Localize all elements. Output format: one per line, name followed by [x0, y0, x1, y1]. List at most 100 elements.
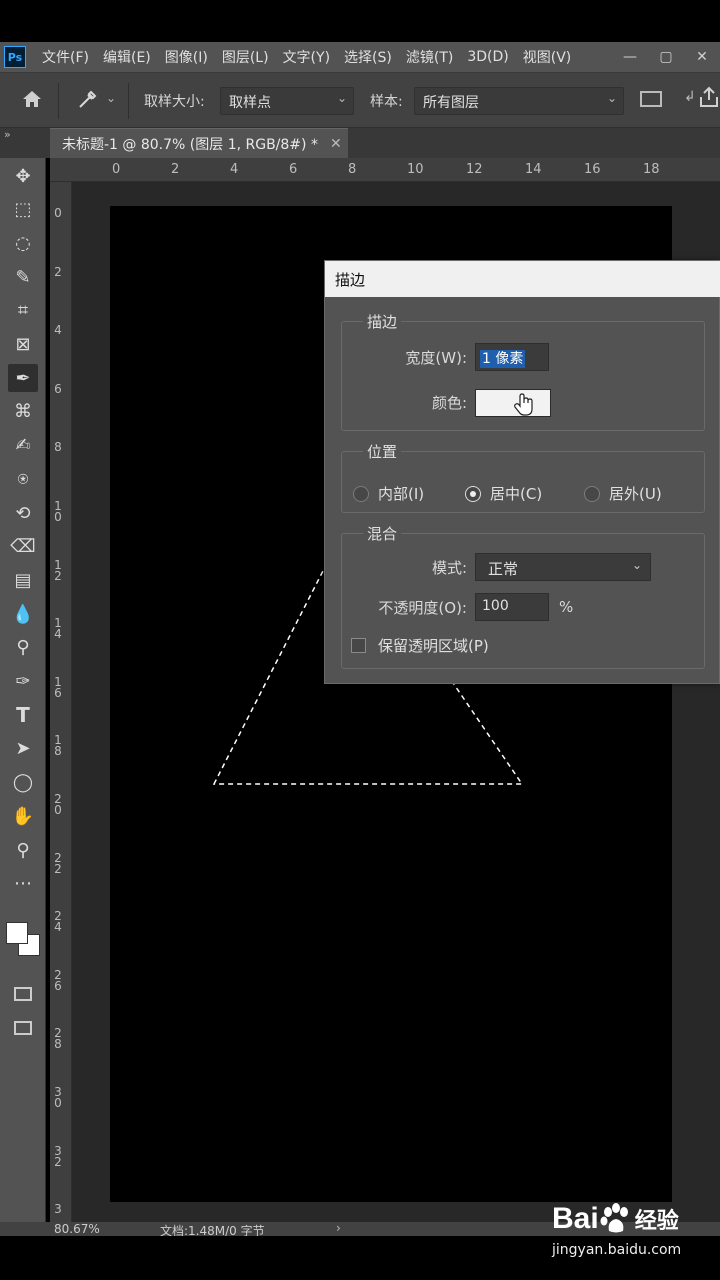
document-tab-title: 未标题-1 @ 80.7% (图层 1, RGB/8#) * [62, 136, 318, 153]
type-icon[interactable]: T [8, 701, 38, 729]
gradient-icon[interactable]: ▤ [8, 566, 38, 594]
horizontal-ruler: 0 2 4 6 8 10 12 14 16 18 [50, 158, 720, 182]
quick-select-icon[interactable]: ✎ [8, 263, 38, 291]
collapse-panel-icon[interactable]: » [4, 128, 11, 141]
ruler-label: 12 [466, 162, 483, 177]
menu-file[interactable]: 文件(F) [42, 47, 89, 67]
menu-edit[interactable]: 编辑(E) [103, 47, 151, 67]
close-button[interactable]: ✕ [684, 49, 720, 65]
stroke-dialog: 描边 描边 宽度(W): 1 像素 颜色: 位置 内部(I) 居中(C) 居外(… [324, 260, 720, 684]
width-value: 1 像素 [480, 350, 526, 368]
opacity-input[interactable]: 100 [475, 593, 549, 621]
stamp-icon[interactable]: ⍟ [8, 465, 38, 493]
marquee-icon[interactable]: ⬚ [8, 196, 38, 224]
home-icon[interactable] [20, 87, 44, 115]
show-ring-icon[interactable] [640, 91, 662, 107]
ruler-label: 1 0 [54, 499, 62, 524]
menu-type[interactable]: 文字(Y) [283, 47, 330, 67]
frame-icon[interactable]: ⊠ [8, 331, 38, 359]
ruler-label: 2 6 [54, 967, 62, 993]
more-options-icon[interactable]: ↲ [684, 89, 696, 105]
zoom-level[interactable]: 80.67% [54, 1222, 100, 1236]
color-swatch[interactable] [475, 389, 551, 417]
chevron-down-icon: ⌄ [606, 91, 617, 105]
crop-icon[interactable]: ⌗ [8, 297, 38, 325]
photoshop-logo-icon: Ps [4, 46, 26, 68]
ruler-label: 2 [171, 162, 180, 177]
eyedropper-preset-icon[interactable] [76, 87, 100, 115]
zoom-icon[interactable]: ⚲ [8, 836, 38, 864]
more-icon[interactable]: ⋯ [8, 870, 38, 898]
width-input[interactable]: 1 像素 [475, 343, 549, 371]
ruler-label: 1 2 [54, 557, 62, 583]
preserve-transparency-row[interactable]: 保留透明区域(P) [351, 635, 489, 656]
menu-view[interactable]: 视图(V) [523, 47, 572, 67]
path-select-icon[interactable]: ➤ [8, 735, 38, 763]
lasso-icon[interactable]: ◌ [8, 229, 38, 257]
share-icon[interactable] [698, 85, 720, 113]
document-info: 文档:1.48M/0 字节 [160, 1224, 265, 1236]
screen-mode-icon[interactable] [8, 1014, 38, 1042]
ruler-label: 1 4 [54, 616, 62, 642]
opacity-label: 不透明度(O): [378, 599, 467, 617]
color-swatches[interactable] [4, 920, 44, 960]
menu-select[interactable]: 选择(S) [344, 47, 392, 67]
hand-icon[interactable]: ✋ [8, 802, 38, 830]
baidu-logo: Bai 经验 [552, 1202, 679, 1235]
radio-center[interactable]: 居中(C) [465, 483, 542, 504]
radio-inside-dot [353, 485, 369, 502]
sample-size-select[interactable]: 取样点 ⌄ [220, 87, 354, 115]
eyedropper-icon[interactable]: ✒ [8, 364, 38, 393]
tools-panel: ✥ ⬚ ◌ ✎ ⌗ ⊠ ✒ ⌘ ✍ ⍟ ⟲ ⌫ ▤ 💧 ⚲ ✑ T ➤ ◯ ✋ ⚲ ⋯ [0, 158, 46, 1230]
chevron-down-icon[interactable]: ⌄ [106, 91, 116, 105]
ruler-label: 3 0 [54, 1085, 62, 1110]
move-icon[interactable]: ✥ [8, 162, 38, 190]
ruler-label: 16 [584, 162, 601, 177]
preserve-transparency-checkbox[interactable] [351, 638, 366, 653]
sample-select[interactable]: 所有图层 ⌄ [414, 87, 624, 115]
menu-bar: Ps 文件(F) 编辑(E) 图像(I) 图层(L) 文字(Y) 选择(S) 滤… [0, 42, 720, 72]
ellipse-icon[interactable]: ◯ [8, 769, 38, 797]
close-tab-icon[interactable]: ✕ [330, 136, 342, 152]
ruler-label: 10 [407, 162, 424, 177]
ruler-label: 6 [54, 381, 62, 396]
watermark-url: jingyan.baidu.com [552, 1242, 682, 1258]
foreground-color-swatch[interactable] [6, 922, 28, 944]
sample-size-label: 取样大小: [144, 94, 205, 110]
hand-cursor-icon [514, 393, 533, 416]
menu-layer[interactable]: 图层(L) [222, 47, 269, 67]
dialog-title[interactable]: 描边 [325, 261, 720, 297]
radio-inside[interactable]: 内部(I) [353, 483, 424, 504]
menu-image[interactable]: 图像(I) [165, 47, 208, 67]
quick-mask-icon[interactable] [8, 980, 38, 1008]
blur-icon[interactable]: 💧 [8, 600, 38, 628]
ruler-label: 0 [54, 206, 62, 220]
preserve-transparency-label: 保留透明区域(P) [378, 637, 489, 655]
spot-heal-icon[interactable]: ⌘ [8, 398, 38, 426]
ruler-label: 3 2 [54, 1143, 62, 1169]
width-label: 宽度(W): [405, 349, 467, 367]
chevron-down-icon: ⌄ [631, 558, 642, 572]
minimize-button[interactable]: — [612, 49, 648, 65]
brush-icon[interactable]: ✍ [8, 432, 38, 460]
eraser-icon[interactable]: ⌫ [8, 533, 38, 561]
color-label: 颜色: [431, 394, 467, 412]
ruler-label: 4 [54, 323, 62, 338]
status-arrow-icon[interactable]: › [336, 1222, 341, 1235]
radio-outside[interactable]: 居外(U) [584, 483, 662, 504]
ruler-label: 2 0 [54, 792, 62, 817]
ruler-label: 8 [348, 162, 357, 177]
ruler-label: 4 [230, 162, 239, 177]
ruler-label: 2 [54, 264, 62, 279]
document-tab[interactable]: 未标题-1 @ 80.7% (图层 1, RGB/8#) * ✕ [50, 128, 348, 158]
restore-button[interactable]: ▢ [648, 49, 684, 65]
history-brush-icon[interactable]: ⟲ [8, 499, 38, 527]
mode-select[interactable]: 正常 ⌄ [475, 553, 651, 581]
pen-icon[interactable]: ✑ [8, 668, 38, 696]
menu-3d[interactable]: 3D(D) [467, 49, 508, 65]
menu-filter[interactable]: 滤镜(T) [406, 47, 453, 67]
ruler-label: 14 [525, 162, 542, 177]
window-controls: — ▢ ✕ [612, 42, 720, 72]
dodge-icon[interactable]: ⚲ [8, 634, 38, 662]
location-group-label: 位置 [363, 441, 402, 462]
